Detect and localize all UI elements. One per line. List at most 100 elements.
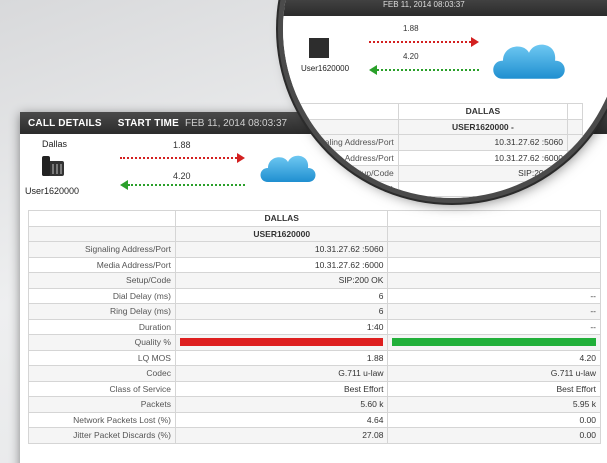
table-row: Jitter Packet Discards (%) 27.08 0.00: [28, 427, 601, 444]
row-label-dial-delay-ms: Dial Delay (ms): [283, 180, 399, 197]
table-header-row: DALLAS: [283, 103, 583, 120]
row-value-a: SIP:200 OK: [174, 272, 389, 289]
row-label-duration: Duration: [28, 318, 176, 335]
row-value-b: --: [387, 303, 601, 320]
table-row: Dial Delay (ms) 6: [283, 180, 583, 197]
row-value-a: 1.88: [174, 349, 389, 366]
table-row: Setup/Code SIP:200 OK: [28, 272, 601, 289]
row-value-b: 5.95 k: [387, 396, 601, 413]
quality-bar-b: [392, 338, 596, 347]
column-header-location: DALLAS: [174, 210, 389, 227]
row-value-a: G.711 u-law: [174, 365, 389, 382]
endpoint-user: User1620000: [25, 186, 80, 196]
window-title: CALL DETAILS: [28, 117, 102, 129]
table-header-row: DALLAS: [28, 210, 601, 227]
table-row: Class of Service Best Effort Best Effort: [28, 380, 601, 397]
start-time-label: START TIME: [117, 117, 179, 129]
table-row: Ring Delay (ms) 6 --: [28, 303, 601, 320]
row-value-a: 10.31.27.62 :6000: [174, 256, 389, 273]
row-value-b: [387, 256, 601, 273]
call-metrics-table: DALLAS USER1620000 Signaling Address/Por…: [28, 210, 601, 444]
quality-bar-cell-a: [174, 334, 389, 351]
row-value-b: 4.20: [387, 349, 601, 366]
table-row: Dial Delay (ms) 6 --: [28, 287, 601, 304]
row-value-a: 6: [174, 287, 389, 304]
desk-phone-icon: [309, 38, 329, 58]
row-label-packets: Packets: [28, 396, 176, 413]
quality-bar-cell-b: [387, 334, 601, 351]
row-label-dial-delay-ms: Dial Delay (ms): [28, 287, 176, 304]
row-label-ring-delay-ms: Ring Delay (ms): [28, 303, 176, 320]
outbound-flow-value: 1.88: [173, 140, 191, 150]
row-label-network-packets-lost: Network Packets Lost (%): [28, 411, 176, 428]
row-label-ring-delay-ms: Ring Delay (ms): [283, 196, 399, 198]
table-header-row: USER1620000 -: [283, 118, 583, 135]
magnified-outbound-arrow: [369, 36, 479, 48]
row-label-class-of-service: Class of Service: [28, 380, 176, 397]
row-value-a: 6: [174, 303, 389, 320]
row-label-setup-code: Setup/Code: [283, 165, 399, 182]
table-row: Packets 5.60 k 5.95 k: [28, 396, 601, 413]
row-value-a: 10.31.27.62 :5060: [174, 241, 389, 258]
row-value-a: 10.31.27.62 :6000: [397, 149, 569, 166]
row-value-b: 0.00: [387, 411, 601, 428]
row-value-a: 10.31.27.62 :5060: [397, 134, 569, 151]
row-label-media-address-port: Media Address/Port: [283, 149, 399, 166]
table-row: Media Address/Port 10.31.27.62 :6000: [28, 256, 601, 273]
magnified-header-location: DALLAS: [397, 103, 569, 120]
screenshot-stage: CALL DETAILS START TIME FEB 11, 2014 08:…: [0, 0, 607, 463]
row-label-quality: Quality %: [28, 334, 176, 351]
magnified-metrics-table: DALLAS USER1620000 - Signaling Address/P…: [283, 103, 583, 198]
table-row: Signaling Address/Port 10.31.27.62 :5060: [283, 134, 583, 151]
row-value-b: --: [387, 318, 601, 335]
row-value-a: 6: [397, 180, 569, 197]
desk-phone-icon: [42, 156, 64, 176]
outbound-flow-arrow: [120, 152, 245, 164]
magnifier-lens: FEB 11, 2014 08:03:37 User1620000 1.88 4…: [283, 0, 607, 198]
start-time-value: FEB 11, 2014 08:03:37: [184, 117, 288, 129]
row-label-setup-code: Setup/Code: [28, 272, 176, 289]
row-label-media-address-port: Media Address/Port: [28, 256, 176, 273]
row-value-a: 4.64: [174, 411, 389, 428]
row-label-lq-mos: LQ MOS: [28, 349, 176, 366]
row-value-b: [387, 241, 601, 258]
table-row: Duration 1:40 --: [28, 318, 601, 335]
magnified-call-flow: User1620000 1.88 4.20: [283, 16, 607, 100]
table-row: Quality %: [28, 334, 601, 351]
row-label-codec: Codec: [28, 365, 176, 382]
cloud-icon: [489, 32, 569, 84]
magnified-outbound-value: 1.88: [403, 24, 419, 33]
row-value-a: 1:40: [174, 318, 389, 335]
row-value-a: 6: [397, 196, 569, 198]
magnified-header-user: USER1620000 -: [397, 118, 569, 135]
magnified-start-time: FEB 11, 2014 08:03:37: [383, 0, 465, 9]
row-value-b: [387, 272, 601, 289]
table-row: Setup/Code SIP:200 OK: [283, 165, 583, 182]
row-value-a: Best Effort: [174, 380, 389, 397]
table-row: LQ MOS 1.88 4.20: [28, 349, 601, 366]
inbound-flow-arrow: [120, 179, 245, 191]
row-value-a: SIP:200 OK: [397, 165, 569, 182]
table-header-row: USER1620000: [28, 225, 601, 242]
table-row: Signaling Address/Port 10.31.27.62 :5060: [28, 241, 601, 258]
row-value-b: Best Effort: [387, 380, 601, 397]
magnified-inbound-value: 4.20: [403, 52, 419, 61]
table-row: Media Address/Port 10.31.27.62 :6000: [283, 149, 583, 166]
endpoint-location: Dallas: [42, 139, 68, 149]
row-value-b: --: [387, 287, 601, 304]
table-row: Network Packets Lost (%) 4.64 0.00: [28, 411, 601, 428]
magnified-titlebar: FEB 11, 2014 08:03:37: [283, 0, 607, 16]
row-value-b: G.711 u-law: [387, 365, 601, 382]
row-label-signaling-address-port: Signaling Address/Port: [283, 134, 399, 151]
table-row: Ring Delay (ms)6: [283, 196, 583, 198]
row-label-signaling-address-port: Signaling Address/Port: [28, 241, 176, 258]
row-value-a: 5.60 k: [174, 396, 389, 413]
table-row: Codec G.711 u-law G.711 u-law: [28, 365, 601, 382]
quality-bar-a: [179, 338, 384, 347]
row-value-b: 0.00: [387, 427, 601, 444]
row-value-a: 27.08: [174, 427, 389, 444]
row-label-jitter-packet-discards: Jitter Packet Discards (%): [28, 427, 176, 444]
magnified-endpoint-user: User1620000: [301, 64, 350, 73]
column-header-user: USER1620000: [174, 225, 389, 242]
magnified-inbound-arrow: [369, 64, 479, 76]
